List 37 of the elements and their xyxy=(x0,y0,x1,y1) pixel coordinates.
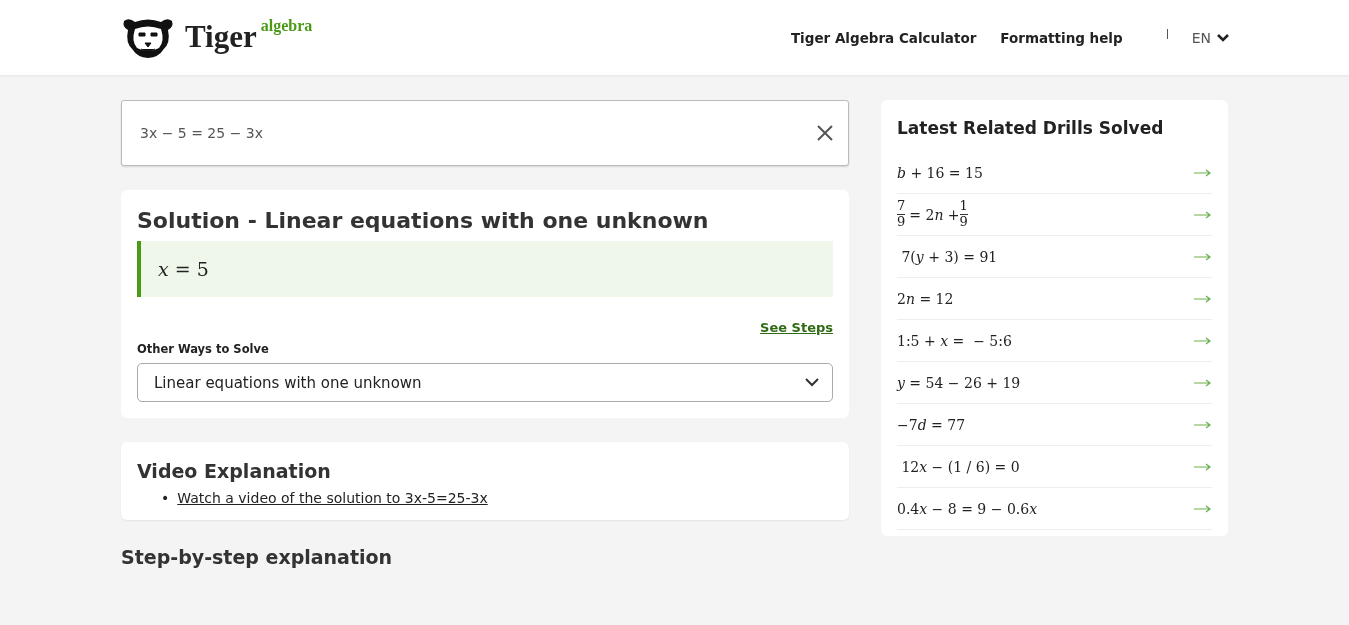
chevron-down-icon xyxy=(1217,33,1229,42)
arrow-right-icon[interactable] xyxy=(1194,420,1212,429)
answer-equation: x = 5 xyxy=(158,258,209,280)
drill-equation[interactable]: −7d = 77 xyxy=(897,416,966,433)
see-steps-link[interactable]: See Steps xyxy=(760,320,833,335)
bullet: • xyxy=(161,490,170,506)
nav-link[interactable]: Tiger Algebra Calculator xyxy=(790,29,977,46)
method-dropdown[interactable]: Linear equations with one unknown xyxy=(137,363,833,402)
drill-equation[interactable]: y = 54 − 26 + 19 xyxy=(897,374,1021,391)
drill-equation[interactable]: 0.4x − 8 = 9 − 0.6x xyxy=(897,500,1038,517)
drill-equation[interactable]: 7(y + 3) = 91 xyxy=(897,248,998,265)
drill-equation[interactable]: b + 16 = 15 xyxy=(897,164,983,181)
nav-link[interactable]: Formatting help xyxy=(1000,29,1123,46)
arrow-right-icon[interactable] xyxy=(1194,504,1212,513)
chevron-down-icon xyxy=(805,378,819,387)
arrow-right-icon[interactable] xyxy=(1194,210,1212,219)
video-title: Video Explanation xyxy=(137,460,332,482)
arrow-right-icon[interactable] xyxy=(1194,462,1212,471)
arrow-right-icon[interactable] xyxy=(1194,378,1212,387)
logo-wordmark[interactable]: Tiger xyxy=(185,18,257,55)
logo-subtitle: algebra xyxy=(260,16,313,35)
arrow-right-icon[interactable] xyxy=(1194,336,1212,345)
arrow-right-icon[interactable] xyxy=(1194,294,1212,303)
drill-equation[interactable]: 1:5 + x = − 5:6 xyxy=(897,332,1012,349)
language-dropdown[interactable]: EN xyxy=(1191,29,1229,46)
other-ways-label: Other Ways to Solve xyxy=(137,342,270,356)
arrow-right-icon[interactable] xyxy=(1194,252,1212,261)
arrow-right-icon[interactable] xyxy=(1194,168,1212,177)
section-heading: Step-by-step explanation xyxy=(121,546,394,568)
drill-equation[interactable]: 12x − (1 / 6) = 0 xyxy=(897,458,1020,475)
drill-equation[interactable]: 2n = 12 xyxy=(897,290,954,307)
close-icon[interactable] xyxy=(816,124,834,142)
tiger-logo-icon xyxy=(121,16,175,59)
video-link[interactable]: Watch a video of the solution to 3x-5=25-3x xyxy=(177,490,488,506)
equation-input-field[interactable]: 3x − 5 = 25 − 3x xyxy=(140,125,263,141)
drills-title: Latest Related Drills Solved xyxy=(897,118,1165,138)
solution-title: Solution - Linear equations with one unknown xyxy=(137,208,710,233)
